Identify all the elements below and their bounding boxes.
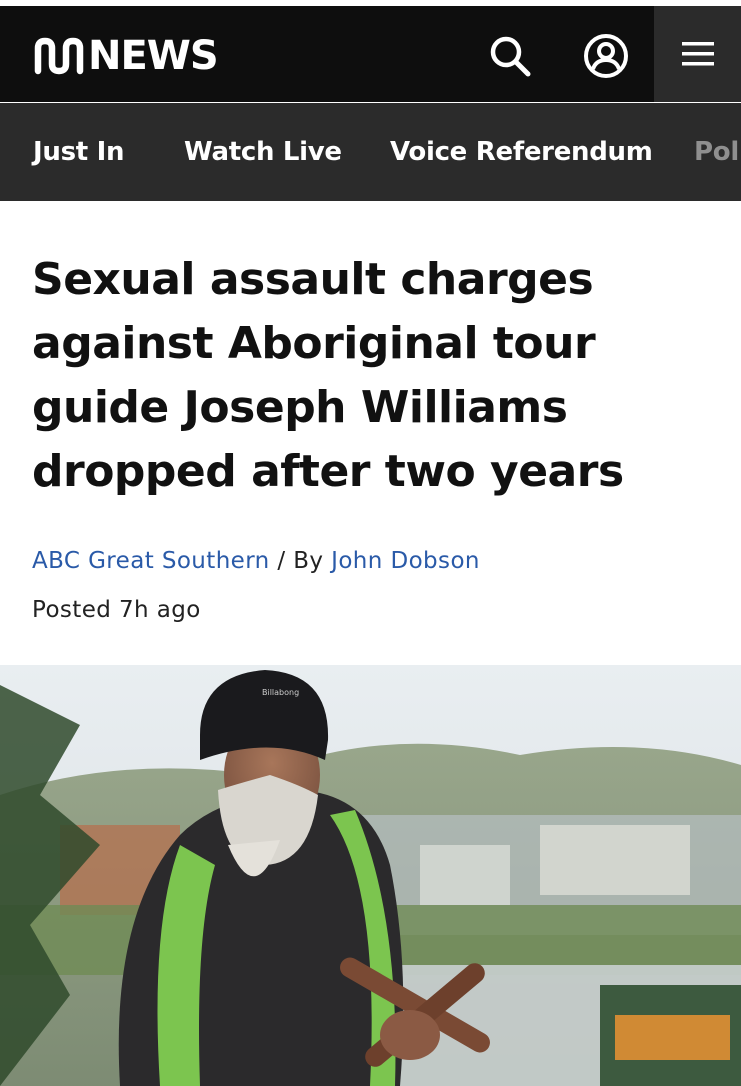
search-icon [490, 36, 531, 77]
logo-text: NEWS [88, 33, 219, 79]
photo-of-man-holding-clapsticks: Billabong [0, 665, 741, 1086]
abc-lissajous-logo-icon [34, 37, 84, 75]
nav-item-watch-live[interactable]: Watch Live [184, 103, 342, 201]
menu-button[interactable] [654, 6, 741, 102]
account-button[interactable] [580, 30, 632, 82]
section-nav: Just In Watch Live Voice Referendum Poli [0, 103, 741, 201]
byline-separator: / By [277, 548, 324, 574]
author-link[interactable]: John Dobson [331, 548, 480, 574]
article-headline: Sexual assault charges against Aborigina… [32, 254, 624, 497]
abc-news-logo[interactable]: NEWS [33, 33, 219, 79]
account-icon [584, 34, 628, 78]
beanie-text: Billabong [262, 688, 299, 697]
nav-item-just-in[interactable]: Just In [33, 103, 125, 201]
posted-time: Posted 7h ago [32, 597, 201, 623]
hero-image[interactable]: Billabong [0, 665, 741, 1086]
nav-item-voice-referendum[interactable]: Voice Referendum [390, 103, 653, 201]
article-byline: ABC Great Southern / By John Dobson [32, 548, 480, 574]
search-button[interactable] [484, 30, 536, 82]
hamburger-menu-icon [681, 42, 714, 66]
nav-item-politics[interactable]: Poli [694, 103, 741, 201]
site-header: NEWS [0, 6, 741, 102]
source-link[interactable]: ABC Great Southern [32, 548, 270, 574]
